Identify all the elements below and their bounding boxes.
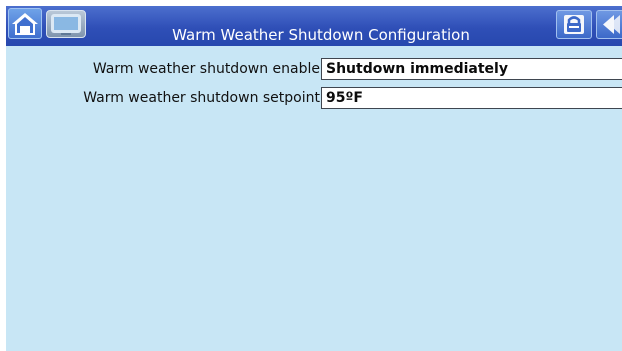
- screen: Warm Weather Shutdown Configuration Warm…: [6, 6, 622, 351]
- shutdown-setpoint-row: Warm weather shutdown setpoint 95ºF: [6, 87, 622, 109]
- shutdown-enable-label: Warm weather shutdown enable: [92, 61, 320, 77]
- shutdown-setpoint-field[interactable]: 95ºF: [321, 87, 622, 109]
- lock-icon: [564, 15, 584, 34]
- back-icon: [603, 15, 620, 34]
- home-button[interactable]: [8, 8, 42, 39]
- title-bar: Warm Weather Shutdown Configuration: [6, 6, 622, 46]
- shutdown-setpoint-label: Warm weather shutdown setpoint: [83, 90, 320, 106]
- display-button[interactable]: [46, 10, 86, 38]
- back-button[interactable]: [596, 10, 622, 39]
- shutdown-enable-field[interactable]: Shutdown immediately: [321, 58, 622, 80]
- home-icon: [12, 13, 38, 35]
- page-title: Warm Weather Shutdown Configuration: [172, 26, 470, 44]
- lock-button[interactable]: [556, 10, 592, 39]
- shutdown-enable-row: Warm weather shutdown enable Shutdown im…: [6, 58, 622, 80]
- monitor-icon: [51, 14, 81, 35]
